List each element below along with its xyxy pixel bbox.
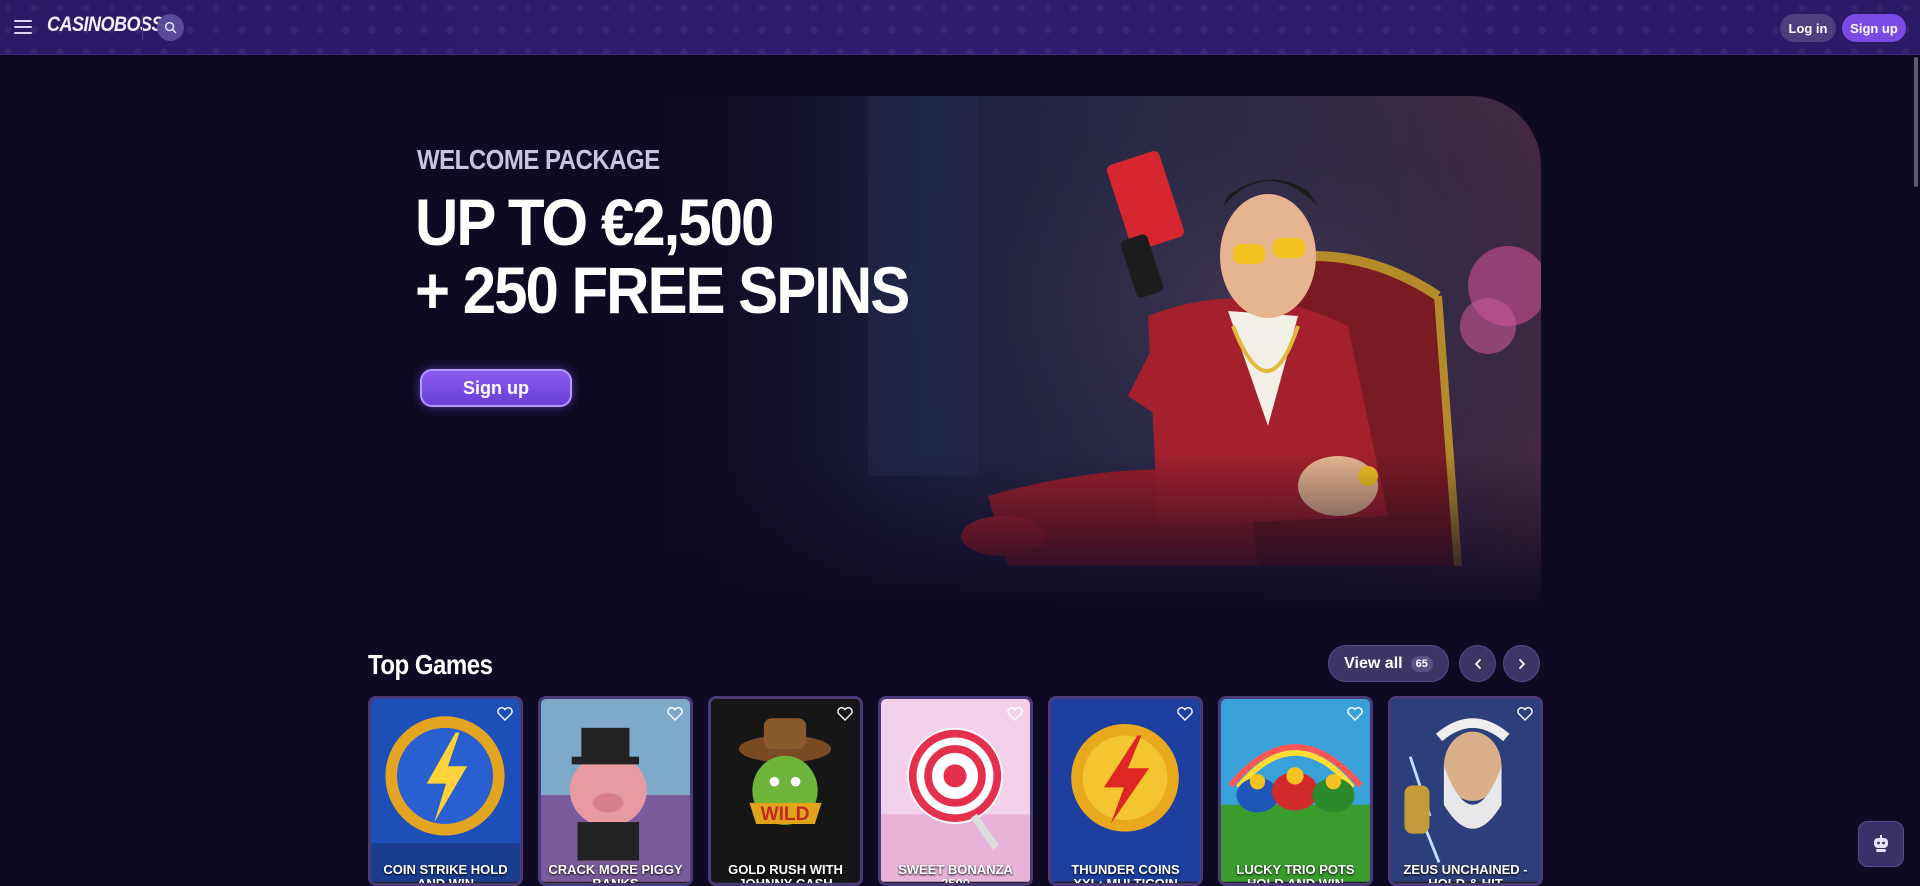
view-all-button[interactable]: View all 65 <box>1328 645 1449 682</box>
hero-headline-spins: + 250 FREE SPINS <box>415 253 910 328</box>
view-all-label: View all <box>1344 654 1403 672</box>
hero-signup-button[interactable]: Sign up <box>420 369 572 407</box>
svg-text:WILD: WILD <box>760 804 809 825</box>
support-chat-button[interactable] <box>1858 821 1904 867</box>
chevron-left-icon <box>1474 658 1481 669</box>
favorite-heart-icon[interactable] <box>1006 705 1024 723</box>
top-games-title: Top Games <box>368 650 493 682</box>
favorite-heart-icon[interactable] <box>836 705 854 723</box>
login-button[interactable]: Log in <box>1780 14 1836 42</box>
game-title: GOLD RUSH WITH JOHNNY CASH <box>728 862 843 886</box>
game-card[interactable]: LUCKY TRIO POTS HOLD AND WIN <box>1218 696 1373 886</box>
scrollbar-thumb[interactable] <box>1914 57 1918 187</box>
game-card[interactable]: WILD GOLD RUSH WITH JOHNNY CASH <box>708 696 863 886</box>
game-thumbnail-lucky-trio-pots <box>1221 699 1370 882</box>
carousel-prev-button[interactable] <box>1459 645 1496 682</box>
hero-headline-amount: UP TO €2,500 <box>415 185 774 260</box>
game-thumbnail-sweet-bonanza <box>881 699 1030 882</box>
hamburger-menu-icon[interactable] <box>12 16 34 38</box>
favorite-heart-icon[interactable] <box>496 705 514 723</box>
game-title: THUNDER COINS XXL: MULTICOIN <box>1071 862 1180 886</box>
favorite-heart-icon[interactable] <box>1176 705 1194 723</box>
site-logo[interactable]: CASINOBOSSY <box>47 12 175 37</box>
game-title: COIN STRIKE HOLD AND WIN <box>383 862 508 886</box>
game-title: CRACK MORE PIGGY BANKS <box>548 862 683 886</box>
search-icon <box>164 21 177 34</box>
game-thumbnail-piggy-banks <box>541 699 690 882</box>
view-all-count-badge: 65 <box>1410 655 1433 672</box>
game-card[interactable]: COIN STRIKE HOLD AND WIN <box>368 696 523 886</box>
game-title: SWEET BONANZA 2500 <box>898 862 1013 886</box>
carousel-next-button[interactable] <box>1503 645 1540 682</box>
game-card[interactable]: ZEUS UNCHAINED - HOLD & HIT <box>1388 696 1543 886</box>
page-scrollbar[interactable] <box>1912 55 1920 882</box>
search-button[interactable] <box>157 14 184 41</box>
game-card[interactable]: THUNDER COINS XXL: MULTICOIN <box>1048 696 1203 886</box>
game-thumbnail-thunder-coins <box>1051 699 1200 882</box>
favorite-heart-icon[interactable] <box>1516 705 1534 723</box>
game-thumbnail-coin-strike <box>371 699 520 882</box>
game-title: LUCKY TRIO POTS HOLD AND WIN <box>1236 862 1355 886</box>
top-header: CASINOBOSSY Log in Sign up <box>0 0 1920 55</box>
header-divider <box>142 14 143 40</box>
signup-header-button[interactable]: Sign up <box>1842 14 1906 42</box>
game-thumbnail-zeus-unchained <box>1391 699 1540 882</box>
favorite-heart-icon[interactable] <box>1346 705 1364 723</box>
game-title: ZEUS UNCHAINED - HOLD & HIT <box>1403 862 1528 886</box>
game-thumbnail-gold-rush: WILD <box>711 699 860 882</box>
support-agent-icon <box>1874 835 1888 852</box>
chevron-right-icon <box>1518 658 1525 669</box>
game-card[interactable]: SWEET BONANZA 2500 <box>878 696 1033 886</box>
favorite-heart-icon[interactable] <box>666 705 684 723</box>
hero-welcome-label: WELCOME PACKAGE <box>417 145 660 177</box>
game-card[interactable]: CRACK MORE PIGGY BANKS <box>538 696 693 886</box>
